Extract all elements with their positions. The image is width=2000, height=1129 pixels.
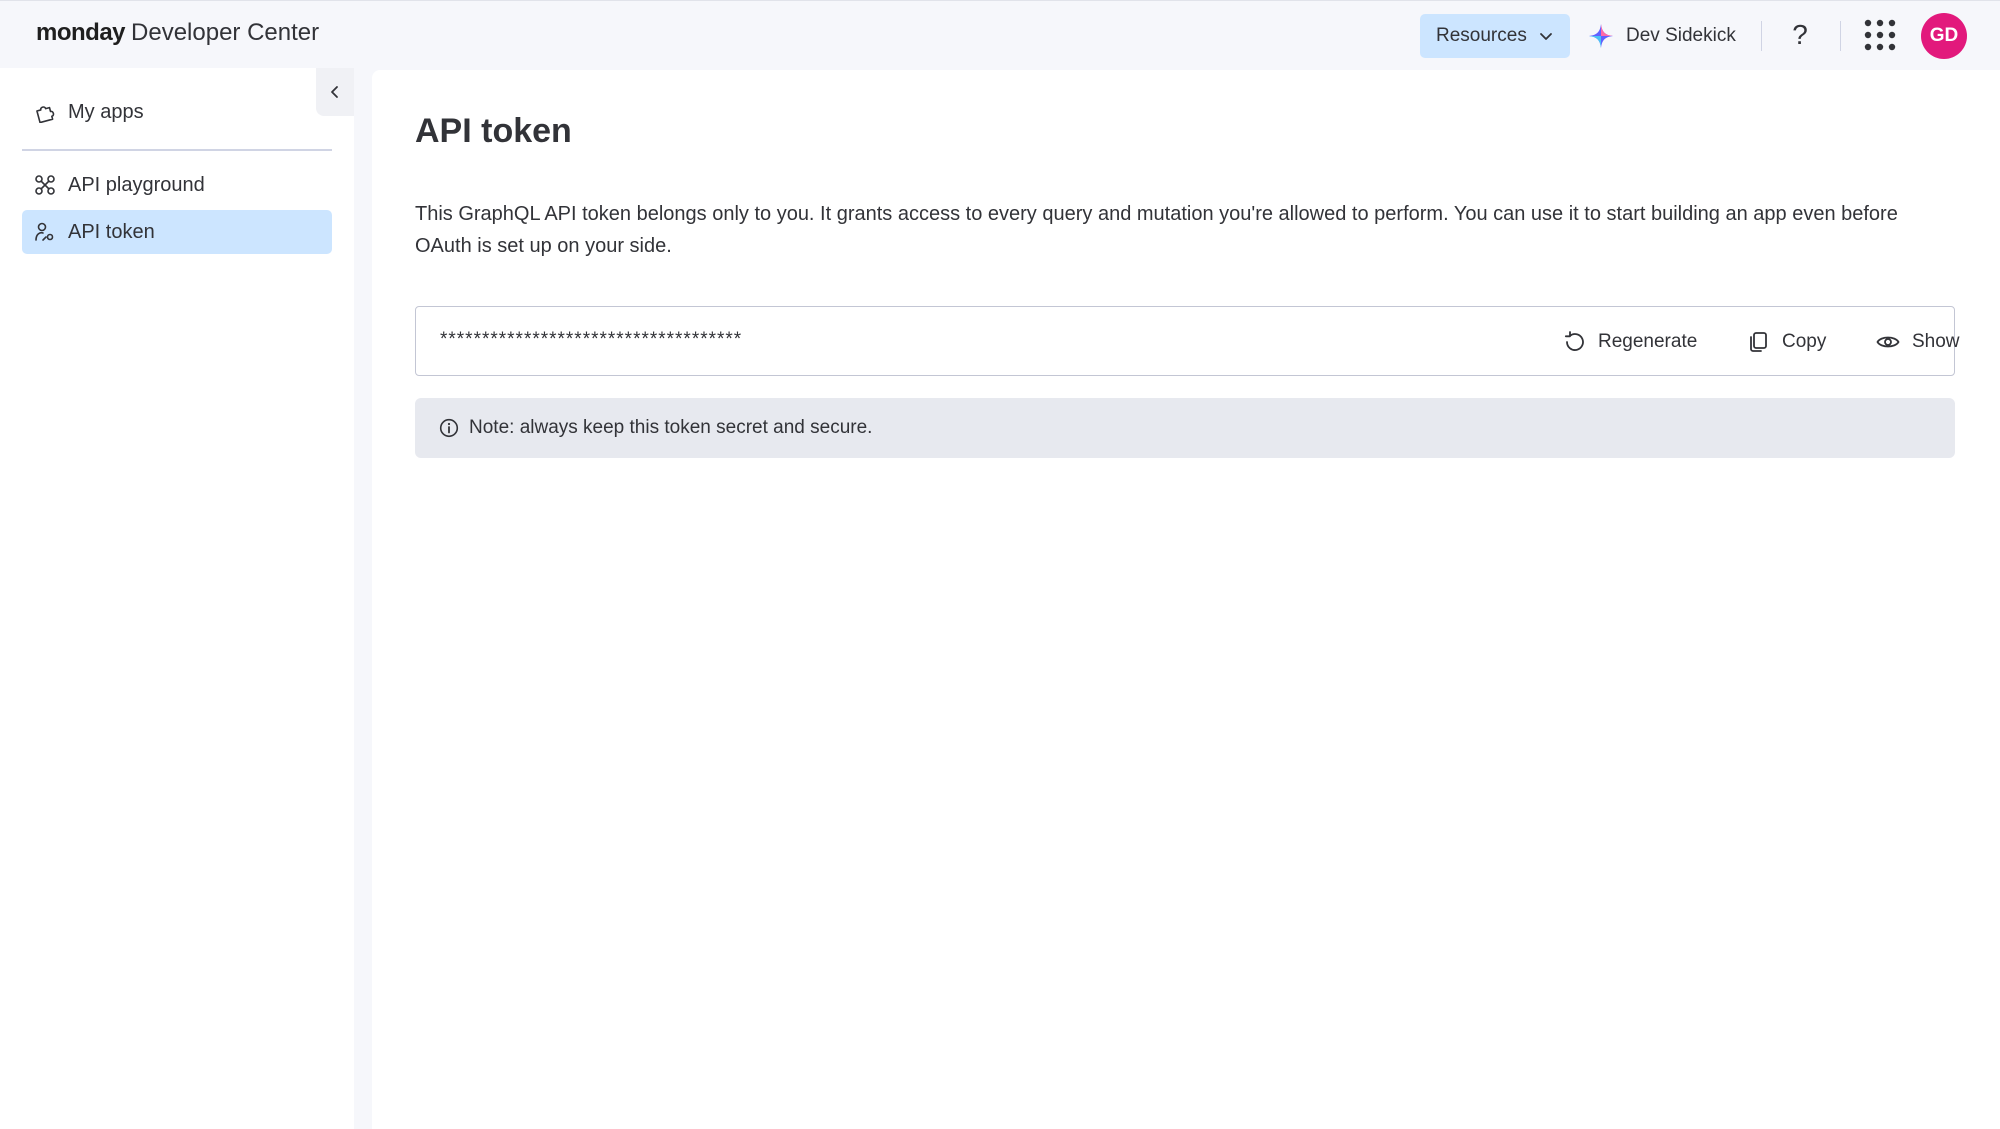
playground-icon — [35, 175, 55, 195]
puzzle-icon — [36, 106, 55, 123]
regenerate-button[interactable]: Regenerate — [1562, 324, 1697, 360]
avatar[interactable]: GD — [1921, 13, 1967, 59]
page-description: This GraphQL API token belongs only to y… — [415, 203, 1898, 257]
main-content: API token This GraphQL API token belongs… — [372, 70, 2000, 1129]
show-label: Show — [1912, 331, 1960, 352]
sidebar-item-api-token[interactable]: API token — [22, 210, 332, 254]
note-text: Note: always keep this token secret and … — [469, 417, 873, 438]
brand-logo[interactable]: monday Developer Center — [36, 19, 319, 53]
refresh-icon — [1564, 331, 1584, 351]
token-value[interactable]: ************************************ — [440, 329, 742, 351]
brand-subtitle: Developer Center — [131, 19, 320, 46]
sidebar-item-my-apps[interactable]: My apps — [22, 90, 332, 134]
sidebar-item-label: API token — [68, 220, 155, 243]
sidebar-divider — [22, 149, 332, 151]
security-note: Note: always keep this token secret and … — [415, 398, 1955, 458]
help-button[interactable]: ? — [1780, 15, 1820, 55]
dev-sidekick-button[interactable]: Dev Sidekick — [1588, 14, 1736, 58]
copy-icon — [1750, 332, 1767, 352]
header-divider — [1761, 21, 1762, 51]
page-title: API token — [415, 112, 572, 150]
person-token-icon — [35, 222, 54, 241]
chevron-down-icon — [1540, 33, 1552, 40]
dev-sidekick-label: Dev Sidekick — [1626, 25, 1736, 46]
top-bar: monday Developer Center Resources Dev Si… — [0, 0, 2000, 68]
avatar-initials: GD — [1929, 25, 1959, 46]
app-root: monday Developer Center Resources Dev Si… — [0, 0, 2000, 1129]
resources-dropdown[interactable]: Resources — [1420, 14, 1570, 58]
api-token-field: ************************************ Reg… — [415, 306, 1960, 376]
header-divider — [1840, 21, 1841, 51]
info-icon — [439, 418, 459, 438]
sidebar-item-label: API playground — [68, 173, 205, 196]
brand-name: monday — [36, 19, 126, 46]
eye-icon — [1876, 336, 1900, 348]
regenerate-label: Regenerate — [1598, 331, 1698, 352]
apps-grid-icon[interactable] — [1862, 17, 1898, 53]
show-button[interactable]: Show — [1876, 324, 1960, 360]
help-icon: ? — [1792, 19, 1808, 50]
resources-label: Resources — [1436, 25, 1527, 46]
copy-button[interactable]: Copy — [1746, 324, 1826, 360]
sidebar-item-label: My apps — [68, 100, 144, 123]
sidebar: My apps API playground API token — [0, 68, 354, 1129]
copy-label: Copy — [1782, 331, 1827, 352]
sparkle-icon — [1589, 24, 1613, 48]
sidebar-item-api-playground[interactable]: API playground — [22, 163, 332, 207]
